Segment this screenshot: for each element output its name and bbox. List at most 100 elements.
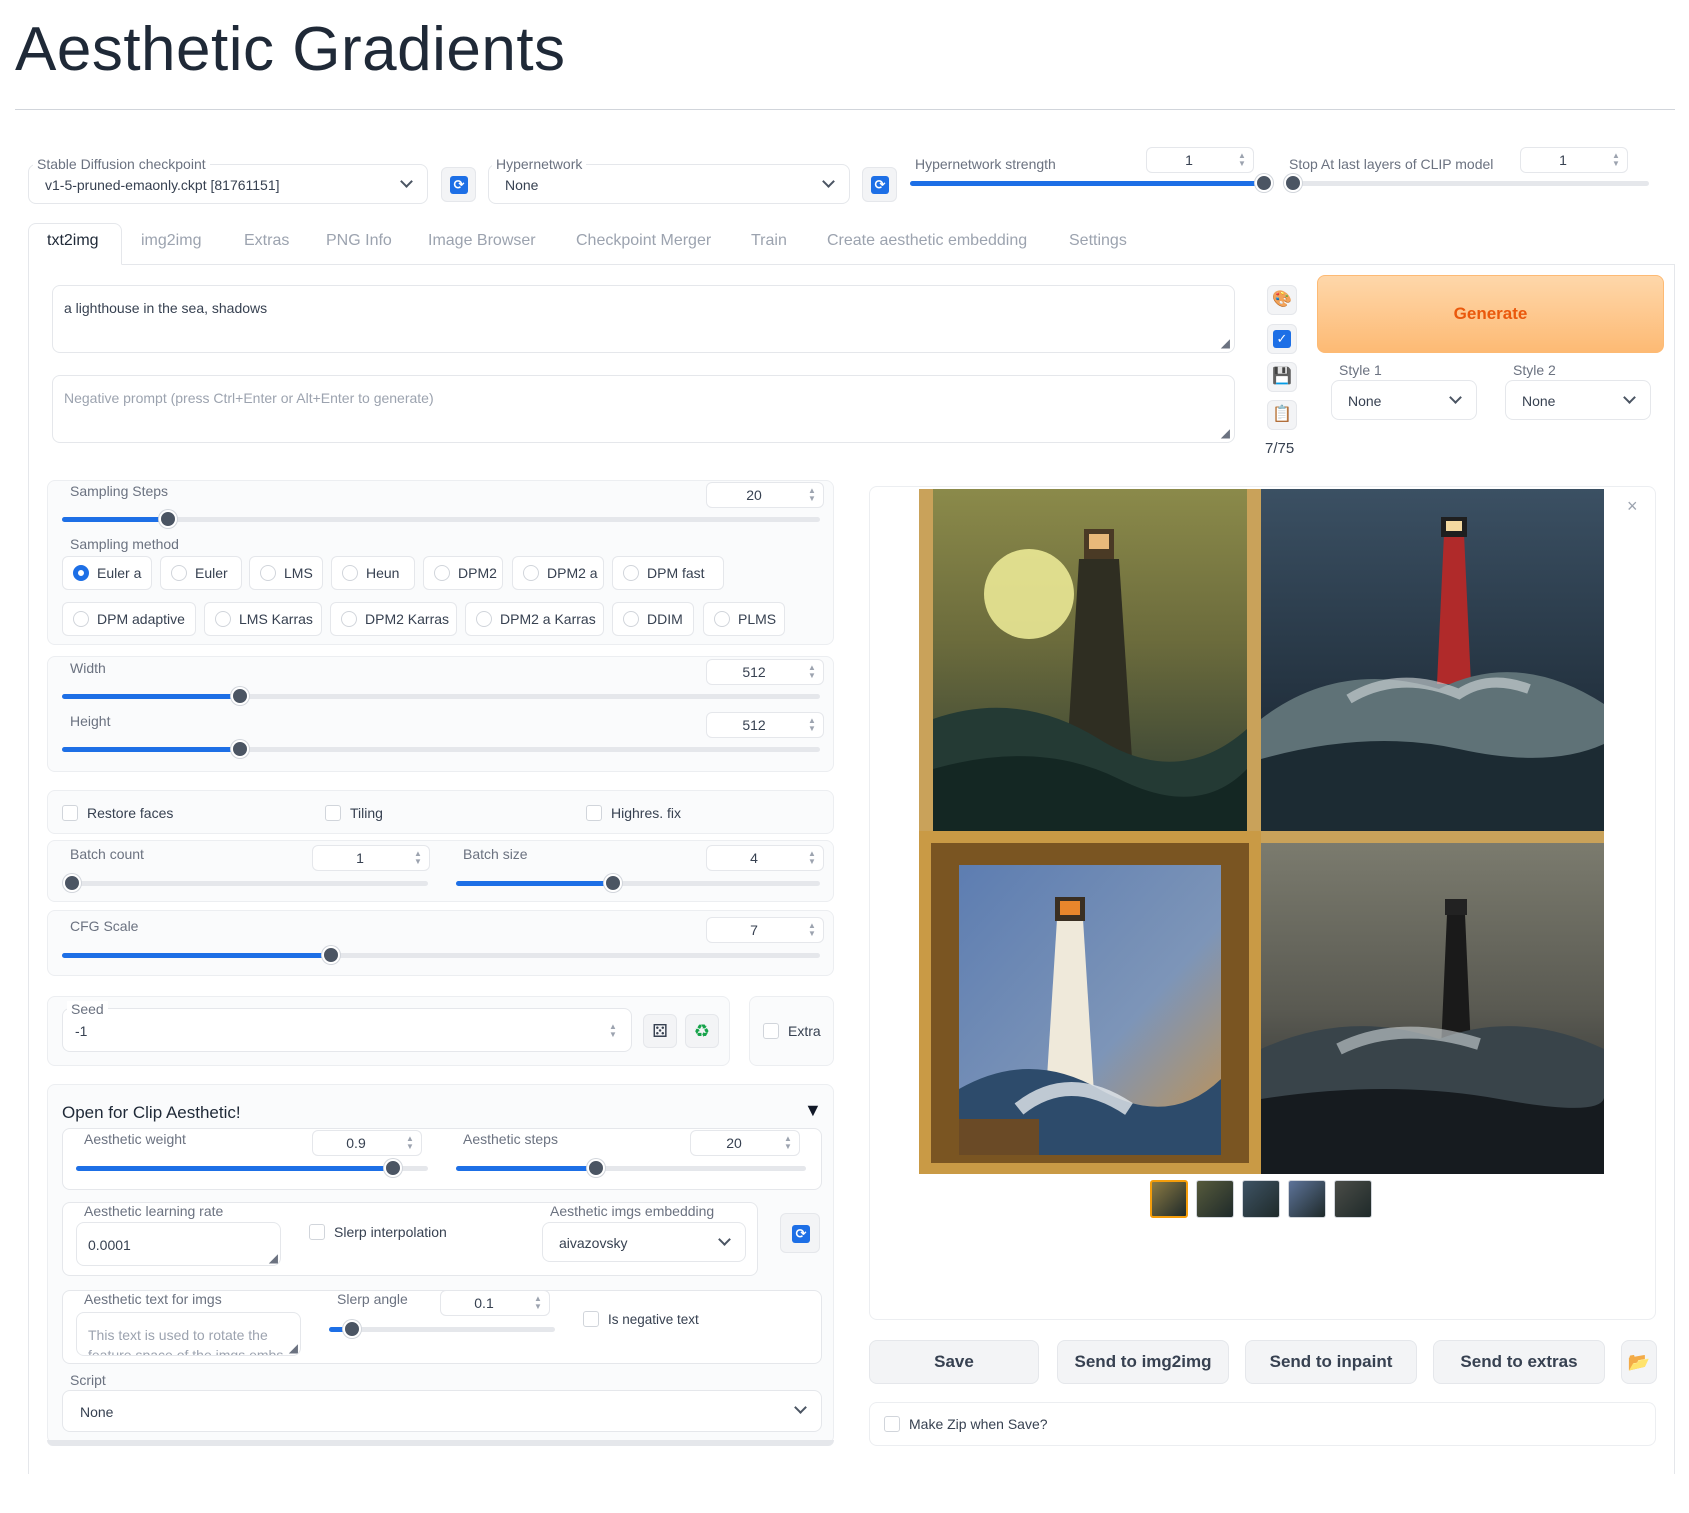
aesthetic-weight-input[interactable]: 0.9 ▲ ▼ [312, 1130, 422, 1156]
tab-create-aesthetic-embedding[interactable]: Create aesthetic embedding [827, 232, 1027, 250]
close-icon[interactable]: × [1627, 496, 1638, 517]
sampling-method-dpm2-a-karras[interactable]: DPM2 a Karras [465, 602, 604, 636]
output-image-2[interactable] [1261, 489, 1604, 831]
height-input[interactable]: 512 ▲ ▼ [706, 712, 824, 738]
aesthetic-steps-slider[interactable] [456, 1159, 806, 1177]
send-to-inpaint-button[interactable]: Send to inpaint [1245, 1340, 1417, 1384]
hn-strength-slider[interactable] [910, 174, 1273, 192]
send-to-img2img-button[interactable]: Send to img2img [1057, 1340, 1229, 1384]
sampling-method-euler[interactable]: Euler [160, 556, 242, 590]
spinner-icon[interactable]: ▲ ▼ [782, 1135, 794, 1151]
output-image-3[interactable] [919, 831, 1261, 1174]
aesthetic-steps-input[interactable]: 20 ▲ ▼ [690, 1130, 800, 1156]
checkbox-icon[interactable]: ✓ [1267, 324, 1297, 354]
gallery-thumbnail[interactable] [1196, 1180, 1234, 1218]
slerp-angle-slider[interactable] [329, 1320, 555, 1338]
resize-handle-icon[interactable]: ◢ [289, 1341, 298, 1355]
sampling-method-dpm-adaptive[interactable]: DPM adaptive [62, 602, 196, 636]
negative-prompt-textarea[interactable]: Negative prompt (press Ctrl+Enter or Alt… [52, 375, 1235, 443]
refresh-embedding-button[interactable]: ⟳ [780, 1213, 820, 1253]
slider-thumb[interactable] [63, 874, 81, 892]
hn-strength-input[interactable]: 1 ▲ ▼ [1146, 147, 1254, 173]
batch-size-slider[interactable] [456, 874, 820, 892]
width-slider[interactable] [62, 687, 820, 705]
palette-icon[interactable]: 🎨 [1267, 285, 1297, 315]
slider-thumb[interactable] [159, 510, 178, 528]
output-image-1[interactable] [919, 489, 1261, 831]
resize-handle-icon[interactable]: ◢ [1221, 426, 1230, 440]
spinner-icon[interactable]: ▲ ▼ [806, 850, 818, 866]
batch-size-input[interactable]: 4 ▲ ▼ [706, 845, 824, 871]
spinner-icon[interactable]: ▲ ▼ [806, 922, 818, 938]
prompt-textarea[interactable]: a lighthouse in the sea, shadows ◢ [52, 285, 1235, 353]
save-style-icon[interactable]: 💾 [1267, 362, 1297, 392]
tab-extras[interactable]: Extras [244, 232, 289, 250]
restore-faces-checkbox[interactable] [62, 805, 78, 821]
sampling-steps-input[interactable]: 20 ▲ ▼ [706, 482, 824, 508]
height-slider[interactable] [62, 740, 820, 758]
refresh-checkpoint-button[interactable]: ⟳ [441, 167, 476, 202]
aesthetic-embedding-dropdown[interactable]: aivazovsky [542, 1222, 746, 1262]
aesthetic-lr-input[interactable]: 0.0001 ◢ [76, 1222, 281, 1266]
refresh-hypernetwork-button[interactable]: ⟳ [862, 167, 897, 202]
spinner-icon[interactable]: ▲ ▼ [404, 1135, 416, 1151]
is-negative-text-checkbox[interactable] [583, 1311, 599, 1327]
save-button[interactable]: Save [869, 1340, 1039, 1384]
tab-img2img[interactable]: img2img [141, 232, 201, 250]
sampling-method-heun[interactable]: Heun [331, 556, 415, 590]
generate-button[interactable]: Generate [1317, 275, 1664, 353]
sampling-method-plms[interactable]: PLMS [703, 602, 785, 636]
clip-skip-input[interactable]: 1 ▲ ▼ [1520, 147, 1628, 173]
sampling-method-ddim[interactable]: DDIM [612, 602, 694, 636]
slider-thumb[interactable] [231, 740, 250, 758]
tab-settings[interactable]: Settings [1069, 232, 1127, 250]
slider-thumb[interactable] [1284, 174, 1302, 192]
slider-thumb[interactable] [342, 1320, 361, 1338]
gallery-thumbnail[interactable] [1242, 1180, 1280, 1218]
spinner-icon[interactable]: ▲ ▼ [806, 487, 818, 503]
resize-handle-icon[interactable]: ◢ [1221, 336, 1230, 350]
spinner-icon[interactable]: ▲ ▼ [412, 850, 424, 866]
open-folder-button[interactable]: 📂 [1621, 1340, 1657, 1384]
clip-skip-slider[interactable] [1284, 174, 1649, 192]
send-to-extras-button[interactable]: Send to extras [1433, 1340, 1605, 1384]
spinner-icon[interactable]: ▲ ▼ [532, 1295, 544, 1311]
tab-checkpoint-merger[interactable]: Checkpoint Merger [576, 232, 711, 250]
tab-image-browser[interactable]: Image Browser [428, 232, 536, 250]
gallery-thumbnail[interactable] [1288, 1180, 1326, 1218]
width-input[interactable]: 512 ▲ ▼ [706, 659, 824, 685]
cfg-scale-input[interactable]: 7 ▲ ▼ [706, 917, 824, 943]
tiling-checkbox[interactable] [325, 805, 341, 821]
slider-thumb[interactable] [383, 1159, 402, 1177]
slider-thumb[interactable] [231, 687, 250, 705]
seed-input[interactable]: -1 ▲ ▼ [62, 1008, 632, 1052]
slider-thumb[interactable] [1255, 174, 1273, 192]
slerp-angle-input[interactable]: 0.1 ▲ ▼ [440, 1290, 550, 1316]
gallery-thumbnail[interactable] [1150, 1180, 1188, 1218]
aesthetic-accordion-header[interactable]: Open for Clip Aesthetic! [62, 1103, 241, 1123]
slider-thumb[interactable] [322, 946, 341, 964]
spinner-icon[interactable]: ▲ ▼ [607, 1023, 619, 1039]
sampling-method-dpm-fast[interactable]: DPM fast [612, 556, 724, 590]
sampling-method-dpm2[interactable]: DPM2 [423, 556, 503, 590]
batch-count-slider[interactable] [63, 874, 428, 892]
output-image-grid[interactable] [919, 489, 1604, 1174]
cfg-scale-slider[interactable] [62, 946, 820, 964]
highres-fix-checkbox[interactable] [586, 805, 602, 821]
style2-dropdown[interactable]: None [1505, 380, 1651, 420]
extra-seed-checkbox[interactable] [763, 1023, 779, 1039]
reuse-seed-recycle-icon[interactable]: ♻ [685, 1014, 719, 1048]
random-seed-dice-icon[interactable]: ⚄ [643, 1014, 677, 1048]
sampling-method-dpm2-karras[interactable]: DPM2 Karras [330, 602, 457, 636]
sampling-method-euler-a[interactable]: Euler a [62, 556, 152, 590]
output-image-4[interactable] [1261, 831, 1604, 1174]
style1-dropdown[interactable]: None [1331, 380, 1477, 420]
aesthetic-text-input[interactable]: This text is used to rotate the feature … [76, 1312, 301, 1356]
collapse-triangle-icon[interactable]: ▼ [804, 1100, 822, 1121]
sampling-method-lms[interactable]: LMS [249, 556, 323, 590]
tab-png-info[interactable]: PNG Info [326, 232, 392, 250]
aesthetic-weight-slider[interactable] [76, 1159, 428, 1177]
sampling-method-dpm2-a[interactable]: DPM2 a [512, 556, 604, 590]
batch-count-input[interactable]: 1 ▲ ▼ [312, 845, 430, 871]
spinner-icon[interactable]: ▲ ▼ [806, 717, 818, 733]
